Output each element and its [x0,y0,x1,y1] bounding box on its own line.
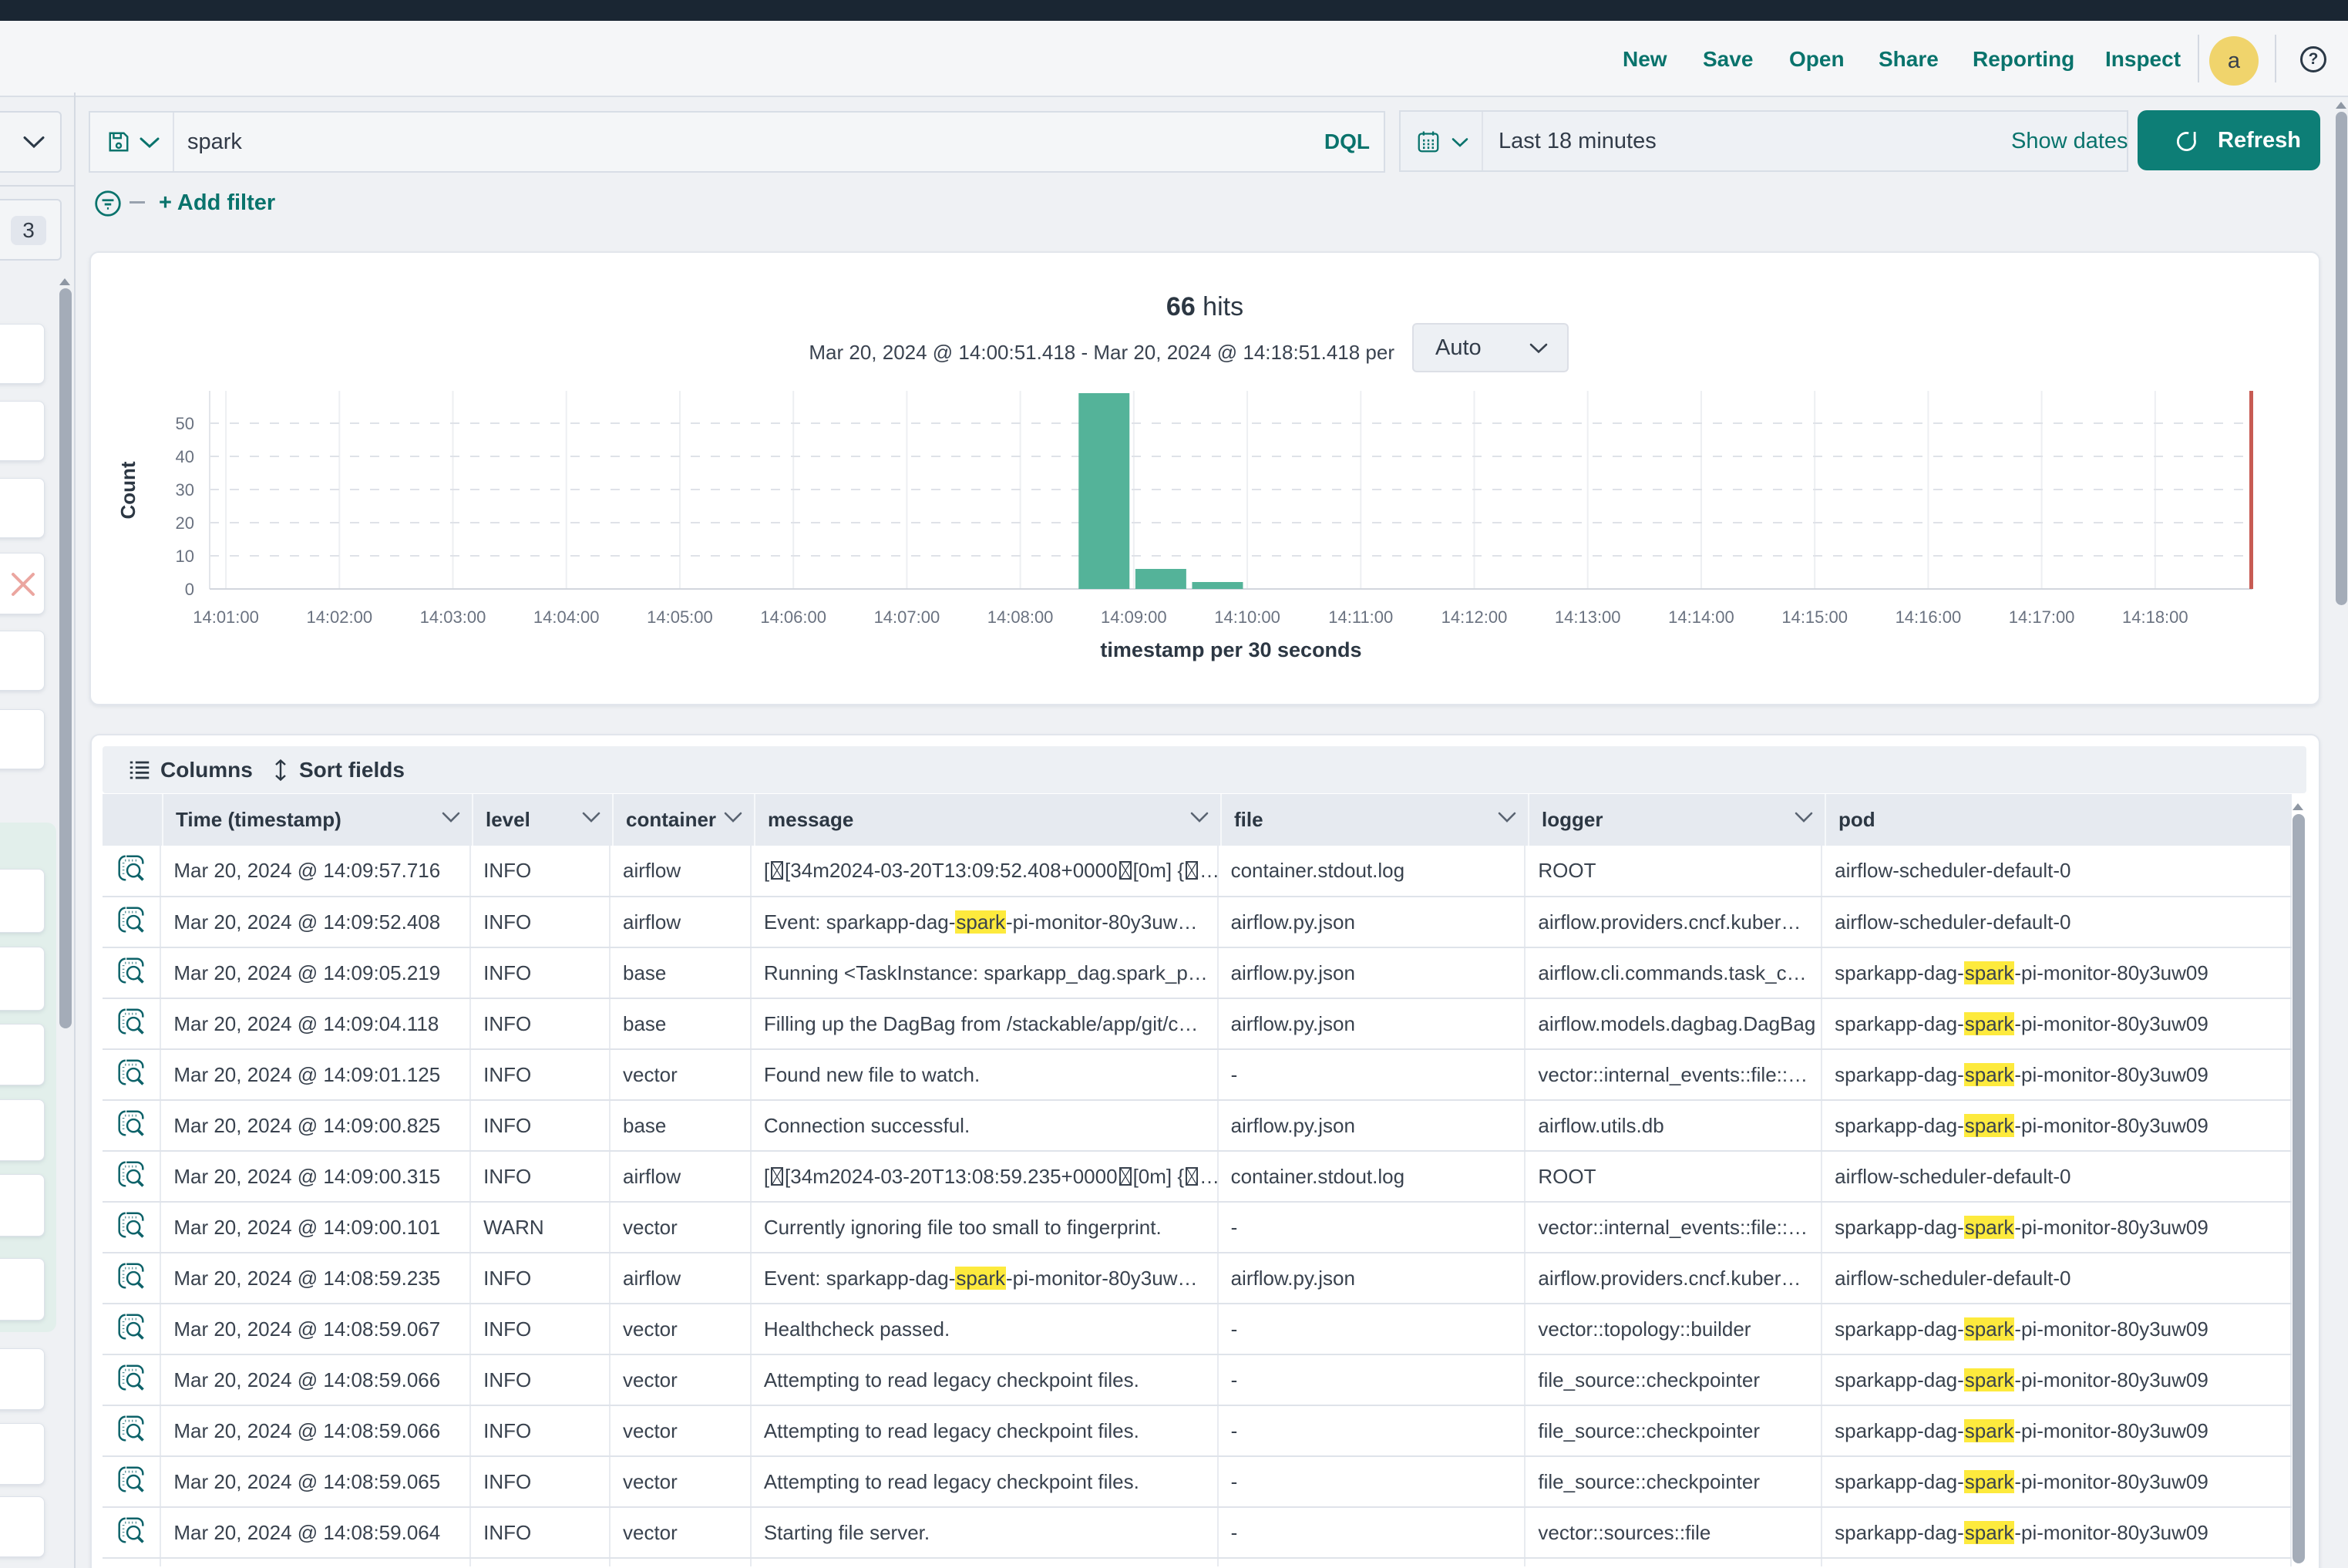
svg-text:14:08:00: 14:08:00 [987,607,1054,627]
svg-text:0: 0 [185,580,194,599]
svg-text:14:15:00: 14:15:00 [1781,607,1848,627]
svg-text:14:09:00: 14:09:00 [1101,607,1167,627]
svg-text:20: 20 [176,513,194,533]
svg-text:14:01:00: 14:01:00 [193,607,259,627]
svg-text:14:11:00: 14:11:00 [1328,607,1393,627]
svg-text:14:12:00: 14:12:00 [1441,607,1508,627]
svg-text:14:06:00: 14:06:00 [760,607,826,627]
svg-text:14:17:00: 14:17:00 [2009,607,2075,627]
svg-text:14:03:00: 14:03:00 [420,607,486,627]
svg-text:14:02:00: 14:02:00 [306,607,372,627]
svg-text:14:13:00: 14:13:00 [1555,607,1621,627]
svg-text:50: 50 [176,414,194,433]
svg-text:10: 10 [176,547,194,566]
svg-text:14:07:00: 14:07:00 [874,607,940,627]
svg-text:timestamp per 30 seconds: timestamp per 30 seconds [1100,638,1361,661]
svg-text:Mar 20, 2024 @ 14:00:51.418 -: Mar 20, 2024 @ 14:00:51.418 - Mar 20, 20… [809,341,1394,364]
svg-text:66 hits: 66 hits [1166,292,1243,321]
svg-text:14:05:00: 14:05:00 [647,607,713,627]
svg-text:14:10:00: 14:10:00 [1214,607,1280,627]
svg-text:30: 30 [176,480,194,500]
svg-text:14:18:00: 14:18:00 [2122,607,2188,627]
svg-text:40: 40 [176,447,194,466]
svg-text:14:14:00: 14:14:00 [1668,607,1734,627]
svg-text:14:16:00: 14:16:00 [1896,607,1962,627]
svg-text:14:04:00: 14:04:00 [533,607,600,627]
svg-text:Count: Count [116,461,140,519]
